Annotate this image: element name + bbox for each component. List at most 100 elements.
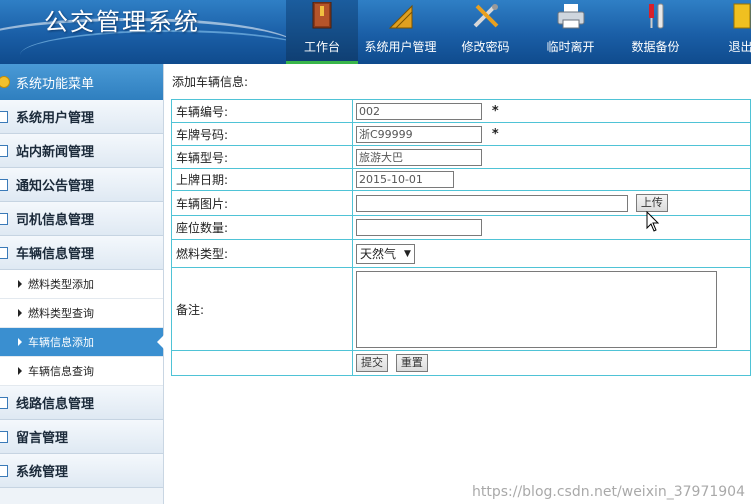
exit-icon xyxy=(733,3,750,29)
form-row: 车辆图片: 上传 xyxy=(171,190,751,216)
sidebar-subitem-label: 燃料类型添加 xyxy=(28,278,94,291)
form-row: 车辆编号: 002 * xyxy=(171,99,751,123)
document-icon xyxy=(0,144,8,157)
document-icon xyxy=(0,430,8,443)
nav-item-data-backup[interactable]: 数据备份 xyxy=(613,0,698,64)
document-icon xyxy=(0,212,8,225)
caret-right-icon xyxy=(18,367,22,375)
nav-item-exit[interactable]: 退出 xyxy=(698,0,751,64)
remark-textarea[interactable] xyxy=(356,270,717,348)
top-nav: 工作台 系统用户管理 修改密码 临时离开 数据备份 退出 xyxy=(286,0,751,64)
field-label: 座位数量: xyxy=(171,215,353,240)
sidebar-header-label: 系统功能菜单 xyxy=(16,76,95,92)
sidebar-item-drivers[interactable]: 司机信息管理 xyxy=(0,202,163,236)
required-mark: * xyxy=(491,103,499,119)
sidebar-subitem-vehicle-add[interactable]: 车辆信息添加 xyxy=(0,328,164,357)
field-cell: 002 * xyxy=(352,99,751,123)
fuel-type-selected: 天然气 xyxy=(360,247,397,261)
top-header: 公交管理系统 工作台 系统用户管理 修改密码 临时离开 数据备份 退出 xyxy=(0,0,751,64)
sidebar: 系统功能菜单 系统用户管理 站内新闻管理 通知公告管理 司机信息管理 车辆信息管… xyxy=(0,64,164,504)
field-cell: 天然气 ▼ xyxy=(352,239,751,268)
sidebar-item-system-users[interactable]: 系统用户管理 xyxy=(0,100,163,134)
field-cell: 浙C99999 * xyxy=(352,122,751,146)
sidebar-item-news[interactable]: 站内新闻管理 xyxy=(0,134,163,168)
field-cell: 上传 xyxy=(352,190,751,216)
nav-label: 修改密码 xyxy=(461,40,510,54)
field-cell: 2015-10-01 xyxy=(352,168,751,191)
document-icon xyxy=(0,246,8,259)
mouse-cursor-icon xyxy=(646,211,660,232)
document-icon xyxy=(0,396,8,409)
nav-label: 临时离开 xyxy=(546,40,595,54)
app-title: 公交管理系统 xyxy=(44,8,200,36)
photo-path-input[interactable] xyxy=(356,194,628,212)
sidebar-subitem-vehicle-query[interactable]: 车辆信息查询 xyxy=(0,357,163,386)
model-input[interactable]: 旅游大巴 xyxy=(356,148,482,166)
form-row: 备注: xyxy=(171,267,751,351)
required-mark: * xyxy=(491,126,499,142)
caret-right-icon xyxy=(18,338,22,346)
field-label: 车牌号码: xyxy=(171,122,353,146)
watermark: https://blog.csdn.net/weixin_37971904 xyxy=(471,484,745,500)
sidebar-item-label: 车辆信息管理 xyxy=(16,247,95,262)
sidebar-item-routes[interactable]: 线路信息管理 xyxy=(0,386,163,420)
sidebar-subitem-fuel-query[interactable]: 燃料类型查询 xyxy=(0,299,163,328)
page-title: 添加车辆信息: xyxy=(172,75,249,89)
field-label: 车辆型号: xyxy=(171,145,353,169)
nav-label: 系统用户管理 xyxy=(364,40,437,54)
document-icon xyxy=(0,464,8,477)
screwdriver-icon xyxy=(648,3,663,29)
empty-cell xyxy=(171,350,353,376)
field-cell xyxy=(352,267,751,351)
nav-label: 工作台 xyxy=(303,40,340,54)
sidebar-item-label: 系统用户管理 xyxy=(16,111,95,126)
caret-right-icon xyxy=(18,280,22,288)
nav-item-temp-leave[interactable]: 临时离开 xyxy=(528,0,613,64)
sidebar-subitem-fuel-add[interactable]: 燃料类型添加 xyxy=(0,270,163,299)
plate-date-input[interactable]: 2015-10-01 xyxy=(356,171,454,188)
submit-button[interactable]: 提交 xyxy=(356,354,388,372)
sidebar-item-system[interactable]: 系统管理 xyxy=(0,454,163,488)
sidebar-item-label: 线路信息管理 xyxy=(16,397,95,412)
nav-item-system-users[interactable]: 系统用户管理 xyxy=(358,0,443,64)
nav-item-workbench[interactable]: 工作台 xyxy=(286,0,358,64)
chevron-down-icon: ▼ xyxy=(404,248,411,259)
seats-input[interactable] xyxy=(356,219,482,236)
plate-no-input[interactable]: 浙C99999 xyxy=(356,125,482,143)
caret-right-icon xyxy=(18,309,22,317)
reset-button[interactable]: 重置 xyxy=(395,354,428,372)
form-row: 提交 重置 xyxy=(171,350,751,376)
upload-button[interactable]: 上传 xyxy=(635,194,668,212)
form-row: 座位数量: xyxy=(171,215,751,240)
form-row: 车辆型号: 旅游大巴 xyxy=(171,145,751,169)
nav-item-change-password[interactable]: 修改密码 xyxy=(443,0,528,64)
sidebar-item-label: 系统管理 xyxy=(16,465,69,480)
nav-label: 数据备份 xyxy=(631,40,680,54)
form-row: 上牌日期: 2015-10-01 xyxy=(171,168,751,191)
sidebar-subitem-label: 车辆信息添加 xyxy=(28,336,94,349)
field-cell: 旅游大巴 xyxy=(352,145,751,169)
printer-icon xyxy=(557,4,584,29)
sidebar-item-messages[interactable]: 留言管理 xyxy=(0,420,163,454)
tools-icon xyxy=(473,4,498,28)
form-row: 车牌号码: 浙C99999 * xyxy=(171,122,751,146)
fuel-type-select[interactable]: 天然气 ▼ xyxy=(356,243,415,264)
form-row: 燃料类型: 天然气 ▼ xyxy=(171,239,751,268)
sidebar-item-notices[interactable]: 通知公告管理 xyxy=(0,168,163,202)
sidebar-item-label: 站内新闻管理 xyxy=(16,145,95,160)
field-cell xyxy=(352,215,751,240)
field-label: 燃料类型: xyxy=(171,239,353,268)
vehicle-form: 车辆编号: 002 * 车牌号码: 浙C99999 * 车辆型号: 旅游大巴 上… xyxy=(171,99,751,376)
main-content: 添加车辆信息: 车辆编号: 002 * 车牌号码: 浙C99999 * 车辆型号… xyxy=(165,64,751,504)
nav-label: 退出 xyxy=(728,40,751,54)
sidebar-item-vehicles[interactable]: 车辆信息管理 xyxy=(0,236,163,270)
field-label: 车辆编号: xyxy=(171,99,353,123)
sidebar-header: 系统功能菜单 xyxy=(0,64,163,100)
field-label: 上牌日期: xyxy=(171,168,353,191)
sidebar-item-label: 通知公告管理 xyxy=(16,179,95,194)
ruler-icon xyxy=(388,4,412,29)
document-icon xyxy=(0,110,8,123)
sidebar-subitem-label: 车辆信息查询 xyxy=(28,365,94,378)
vehicle-no-input[interactable]: 002 xyxy=(356,102,482,120)
menu-bullet-icon xyxy=(0,76,10,88)
